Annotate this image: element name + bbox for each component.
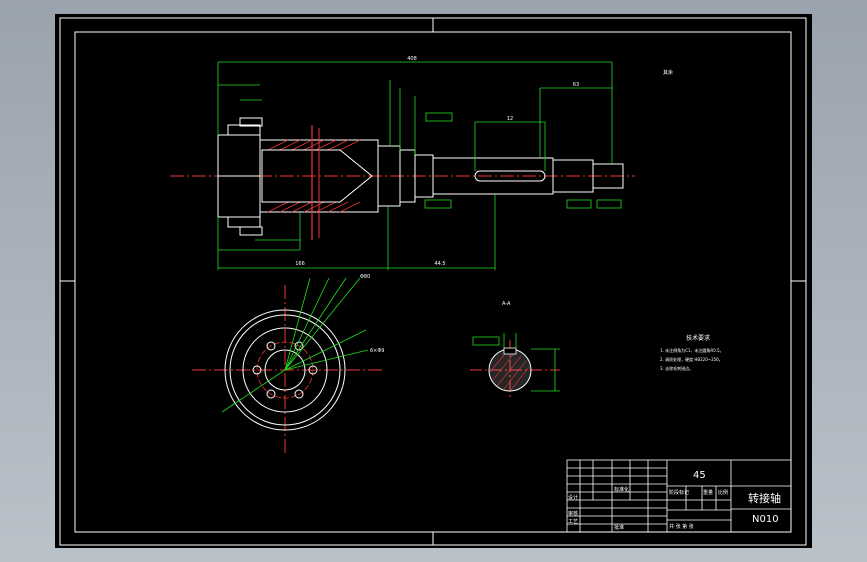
tech-req-item-1: 1. 未注倒角为C1，未注圆角R0.5。 — [660, 347, 724, 353]
keyway-width-dim: 12 — [507, 116, 513, 122]
process-label: 工艺 — [568, 519, 579, 525]
section-label: A-A — [502, 301, 511, 307]
design-label: 设计 — [568, 495, 579, 501]
sheets-label: 共 张 第 张 — [669, 524, 694, 530]
scale-label: 比例 — [718, 490, 729, 496]
flange-holes-dim: 6×Φ9 — [370, 348, 385, 354]
material-field: 45 — [693, 470, 706, 481]
cad-drawing-canvas: 408 166 44.5 63 12 其余 6×Φ9 Φ80 A-A 技术要求 … — [55, 14, 812, 548]
tech-req-item-2: 2. 调质处理，硬度 HB220~250。 — [660, 356, 723, 362]
right-length-dim: 63 — [573, 82, 579, 88]
lower-length-dim: 44.5 — [434, 261, 445, 267]
tech-req-heading: 技术要求 — [686, 334, 710, 342]
drawing-sheet — [55, 14, 812, 548]
roughness-note: 其余 — [663, 69, 673, 76]
pcd-dim: Φ80 — [360, 274, 370, 280]
weight-label: 重量 — [703, 490, 714, 496]
standard-label: 标准化 — [614, 487, 630, 493]
stage-mark-label: 阶段标记 — [669, 490, 690, 496]
tech-req-item-3: 3. 去除毛刺锐边。 — [660, 365, 693, 371]
left-length-dim: 166 — [295, 261, 305, 267]
approve-label: 批准 — [614, 525, 625, 531]
part-name-field: 转接轴 — [748, 492, 781, 505]
overall-length-dim: 408 — [407, 56, 417, 62]
review-label: 审核 — [568, 511, 579, 517]
drawing-number-field: N010 — [752, 514, 779, 525]
